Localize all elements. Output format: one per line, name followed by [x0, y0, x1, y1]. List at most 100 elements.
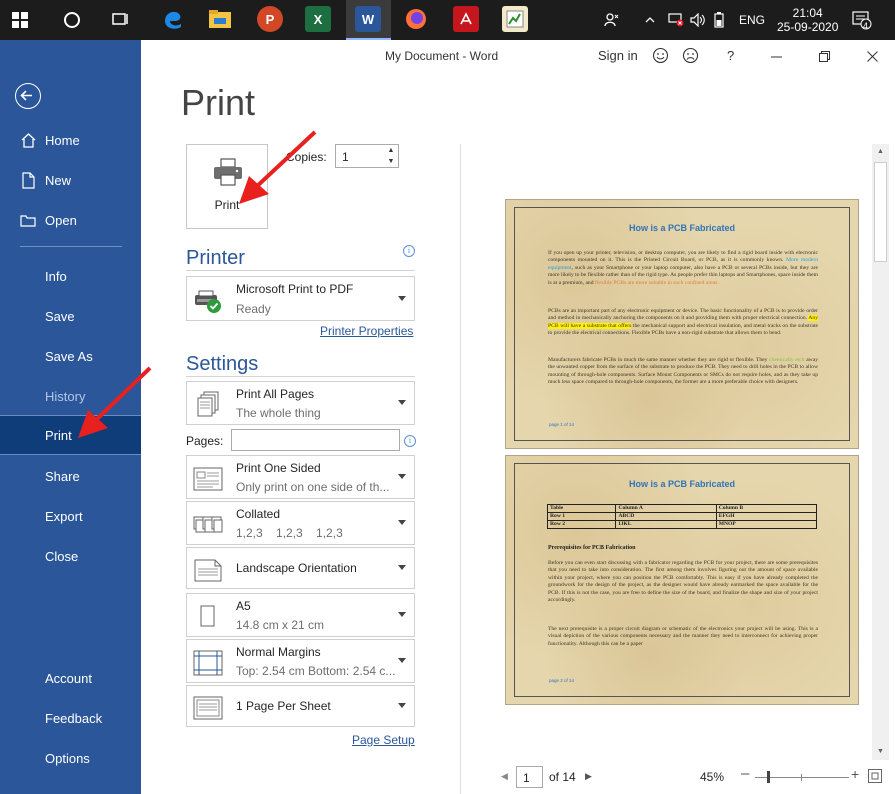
chevron-down-icon: [398, 565, 406, 570]
pages-info-icon[interactable]: i: [404, 435, 416, 447]
language-indicator[interactable]: ENG: [739, 0, 765, 40]
pages-label: Pages:: [186, 434, 224, 448]
preview-scrollbar[interactable]: ▲ ▼: [872, 144, 889, 760]
nav-close[interactable]: Close: [0, 536, 141, 576]
collation-dropdown[interactable]: Collated 1,2,3 1,2,3 1,2,3: [186, 501, 415, 545]
windows-start-icon[interactable]: [0, 0, 40, 40]
printer-status: Ready: [236, 302, 271, 316]
nav-close-label: Close: [45, 548, 79, 564]
printer-properties-link[interactable]: Printer Properties: [320, 324, 413, 338]
edge-browser-icon[interactable]: [160, 6, 186, 32]
excel-icon[interactable]: X: [305, 6, 331, 32]
notification-center-icon[interactable]: 4: [852, 0, 872, 40]
scroll-thumb[interactable]: [874, 162, 887, 262]
nav-print-label: Print: [45, 427, 72, 443]
restore-icon[interactable]: [801, 40, 847, 72]
nav-open[interactable]: Open: [0, 200, 141, 240]
settings-section-divider: [186, 376, 415, 377]
frown-feedback-icon[interactable]: [682, 47, 699, 67]
nav-export-label: Export: [45, 508, 83, 524]
preview-pager: ◀ 1 of 14 ▶ 45% – +: [460, 762, 895, 794]
paint-icon[interactable]: [502, 6, 528, 32]
clock-date: 25-09-2020: [777, 20, 839, 34]
page2-table: Table Column A Column B Row 1 ABCD EFGH Row …: [546, 504, 818, 529]
cortana-search-icon[interactable]: [52, 0, 92, 40]
word-icon[interactable]: W: [355, 6, 381, 32]
powerpoint-icon[interactable]: P: [257, 6, 283, 32]
annotation-arrow-print-button: [239, 130, 317, 204]
settings-section-title: Settings: [186, 353, 259, 375]
volume-icon[interactable]: [690, 0, 706, 40]
page-per-sheet-icon: [193, 696, 223, 720]
printer-dropdown[interactable]: Microsoft Print to PDF Ready: [186, 276, 415, 321]
chevron-up-icon[interactable]: [645, 0, 655, 40]
chevron-down-icon: [398, 703, 406, 708]
margins-dropdown[interactable]: Normal Margins Top: 2.54 cm Bottom: 2.54…: [186, 639, 415, 683]
print-range-dropdown[interactable]: Print All Pages The whole thing: [186, 381, 415, 425]
sides-dropdown[interactable]: Print One Sided Only print on one side o…: [186, 455, 415, 499]
copies-value: 1: [342, 150, 349, 164]
nav-save[interactable]: Save: [0, 296, 141, 336]
nav-home[interactable]: Home: [0, 120, 141, 160]
pdf-printer-icon: [195, 290, 221, 313]
page1-paragraph-3: Manufacturers fabricate PCBs in much the…: [548, 357, 818, 386]
scroll-down-icon[interactable]: ▼: [872, 744, 889, 760]
document-title: My Document - Word: [385, 49, 499, 63]
page-setup-link[interactable]: Page Setup: [352, 733, 415, 747]
close-icon[interactable]: [849, 40, 895, 72]
collation-desc: 1,2,3 1,2,3 1,2,3: [236, 526, 343, 540]
nav-options[interactable]: Options: [0, 738, 141, 778]
page2-title: How is a PCB Fabricated: [628, 479, 736, 489]
zoom-level[interactable]: 45%: [700, 770, 724, 784]
nav-info[interactable]: Info: [0, 256, 141, 296]
zoom-slider-handle[interactable]: [767, 771, 770, 783]
sign-in-link[interactable]: Sign in: [598, 48, 638, 63]
nav-options-label: Options: [45, 750, 90, 766]
printer-info-icon[interactable]: i: [403, 245, 415, 257]
pages-input[interactable]: [231, 429, 400, 451]
sides-value: Print One Sided: [236, 461, 321, 475]
zoom-out-icon[interactable]: –: [741, 765, 749, 782]
paper-size-dropdown[interactable]: A5 14.8 cm x 21 cm: [186, 593, 415, 637]
page1-paragraph-1: If you open up your printer, television,…: [548, 250, 818, 286]
task-view-icon[interactable]: [100, 0, 140, 40]
copies-decrement-icon[interactable]: ▼: [386, 157, 396, 167]
minimize-icon[interactable]: [753, 40, 799, 72]
nav-account[interactable]: Account: [0, 658, 141, 698]
smiley-feedback-icon[interactable]: [652, 47, 669, 67]
page2-paragraph-1: Before you can even start discussing wit…: [548, 560, 818, 604]
help-button[interactable]: ?: [727, 48, 734, 63]
orientation-dropdown[interactable]: Landscape Orientation: [186, 547, 415, 589]
copies-stepper[interactable]: 1 ▲ ▼: [335, 144, 399, 168]
nav-export[interactable]: Export: [0, 496, 141, 536]
notification-count: 4: [863, 21, 869, 31]
home-icon: [21, 133, 36, 148]
table-row: Table Column A Column B: [546, 504, 818, 513]
previous-page-icon[interactable]: ◀: [501, 771, 508, 782]
table-row: Row 2 IJKL MNOP: [546, 520, 818, 529]
zoom-in-icon[interactable]: +: [851, 766, 859, 782]
current-page-input[interactable]: 1: [516, 766, 543, 788]
zoom-to-page-icon[interactable]: [868, 769, 882, 783]
next-page-icon[interactable]: ▶: [585, 771, 592, 782]
chevron-down-icon: [398, 400, 406, 405]
pages-per-sheet-dropdown[interactable]: 1 Page Per Sheet: [186, 685, 415, 727]
nav-share[interactable]: Share: [0, 456, 141, 496]
clock[interactable]: 21:04 25-09-2020: [777, 0, 838, 40]
scroll-up-icon[interactable]: ▲: [872, 144, 889, 160]
page-count: of 14: [549, 770, 576, 784]
collated-icon: [193, 516, 223, 533]
paper-size-value: A5: [236, 599, 251, 613]
nav-feedback[interactable]: Feedback: [0, 698, 141, 738]
margins-icon: [193, 650, 223, 676]
file-explorer-icon[interactable]: [207, 6, 233, 32]
chevron-down-icon: [398, 295, 406, 301]
firefox-icon[interactable]: [403, 6, 429, 32]
back-button[interactable]: [15, 83, 41, 109]
network-disconnected-icon[interactable]: [668, 0, 684, 40]
battery-icon[interactable]: [714, 0, 724, 40]
acrobat-icon[interactable]: [453, 6, 479, 32]
people-icon[interactable]: [604, 0, 620, 40]
nav-new[interactable]: New: [0, 160, 141, 200]
copies-increment-icon[interactable]: ▲: [386, 146, 396, 156]
